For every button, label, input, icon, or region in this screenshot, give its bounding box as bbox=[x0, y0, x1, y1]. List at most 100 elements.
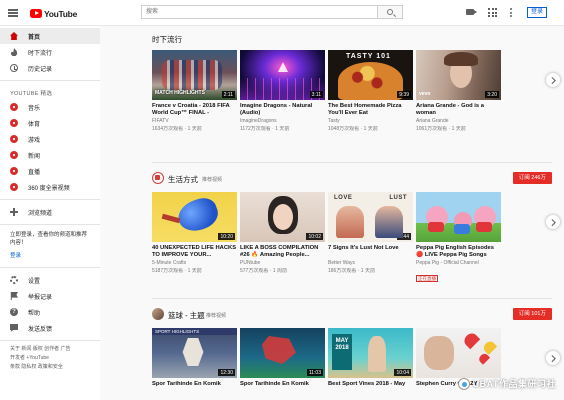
thumbnail-overlay-text: MATCH HIGHLIGHTS bbox=[155, 89, 205, 96]
video-camera-icon[interactable] bbox=[466, 9, 477, 15]
sidebar-item-gaming[interactable]: 游戏 bbox=[0, 131, 100, 147]
channel-name[interactable]: Peppa Pig - Official Channel bbox=[416, 260, 501, 267]
channel-avatar[interactable] bbox=[152, 308, 164, 320]
video-card[interactable]: MATCH HIGHLIGHTS 2:11 France v Croatia -… bbox=[152, 50, 237, 132]
watermark-text: UBAT作品集研习社 bbox=[472, 379, 556, 389]
video-stats: 1634万次观看 · 1 天前 bbox=[152, 125, 202, 132]
channel-name[interactable]: ImagineDragons bbox=[240, 118, 325, 125]
channel-name[interactable]: Ariana Grande bbox=[416, 118, 501, 125]
channel-name[interactable]: 5-Minute Crafts bbox=[152, 260, 237, 267]
video-thumbnail[interactable]: 3:11 bbox=[240, 50, 325, 100]
video-thumbnail[interactable]: TASTY 101 9:39 bbox=[328, 50, 413, 100]
video-card[interactable]: 11:03 Spor Tarihinde En Komik bbox=[240, 328, 325, 395]
login-button[interactable]: 登录 bbox=[527, 7, 548, 18]
video-thumbnail[interactable]: SPORT HIGHLIGHTS 12:30 bbox=[152, 328, 237, 378]
video-card[interactable]: TASTY 101 9:39 The Best Homemade Pizza Y… bbox=[328, 50, 413, 132]
section-title[interactable]: 篮球 - 主题 bbox=[168, 310, 205, 321]
channel-name[interactable]: PUNtube bbox=[240, 260, 325, 267]
video-thumbnail[interactable]: 10:20 bbox=[152, 192, 237, 242]
subscribe-button[interactable]: 订阅 101万 bbox=[512, 308, 552, 320]
search-button[interactable] bbox=[377, 5, 403, 19]
video-thumbnail[interactable] bbox=[416, 328, 501, 378]
video-title[interactable]: Peppa Pig English Episodes 🔴 LIVE Peppa … bbox=[416, 245, 501, 259]
footer-links-2[interactable]: 开发者 +YouTube bbox=[0, 354, 100, 363]
sidebar-item-news[interactable]: 新闻 bbox=[0, 147, 100, 163]
video-card[interactable]: 10:20 40 UNEXPECTED LIFE HACKS TO IMPROV… bbox=[152, 192, 237, 285]
sidebar-item-sports[interactable]: 体育 bbox=[0, 115, 100, 131]
video-card[interactable]: Peppa Pig English Episodes 🔴 LIVE Peppa … bbox=[416, 192, 501, 285]
sidebar-item-history[interactable]: 历史记录 bbox=[0, 60, 100, 76]
thumbnail-overlay-text: LUST bbox=[389, 195, 407, 201]
video-thumbnail[interactable]: MAY 2018 10:04 bbox=[328, 328, 413, 378]
channel-name[interactable]: Tasty bbox=[328, 118, 413, 125]
sidebar-item-browse-channels[interactable]: 浏览频道 bbox=[0, 204, 100, 220]
video-thumbnail[interactable]: LOVE LUST 6:44 bbox=[328, 192, 413, 242]
carousel-next-button[interactable] bbox=[546, 215, 560, 229]
sidebar-item-help[interactable]: ? 帮助 bbox=[0, 304, 100, 320]
gaming-icon bbox=[10, 135, 18, 143]
sidebar-login-link[interactable]: 登录 bbox=[0, 249, 100, 261]
video-stats: 1048万次观看 · 1 天前 bbox=[328, 125, 378, 132]
sidebar-item-trending[interactable]: 时下流行 bbox=[0, 44, 100, 60]
video-card[interactable]: 10:02 LIKE A BOSS COMPILATION #26 🔥 Amaz… bbox=[240, 192, 325, 285]
video-thumbnail[interactable]: 11:03 bbox=[240, 328, 325, 378]
music-icon bbox=[10, 103, 18, 111]
section-title[interactable]: 时下流行 bbox=[152, 34, 182, 45]
video-card[interactable]: vevo 3:20 Ariana Grande - God is a woman… bbox=[416, 50, 501, 132]
menu-icon[interactable] bbox=[8, 9, 18, 17]
divider bbox=[0, 199, 100, 200]
help-icon: ? bbox=[10, 308, 18, 316]
thumbnail-overlay-text: TASTY 101 bbox=[346, 53, 391, 60]
video-title[interactable]: Best Sport Vines 2018 - May bbox=[328, 381, 413, 395]
360-icon bbox=[10, 183, 18, 191]
video-title[interactable]: LIKE A BOSS COMPILATION #26 🔥 Amazing Pe… bbox=[240, 245, 325, 259]
live-badge: 正在直播 bbox=[416, 274, 438, 282]
video-thumbnail[interactable]: 10:02 bbox=[240, 192, 325, 242]
video-title[interactable]: 7 Signs It's Lust Not Love bbox=[328, 245, 413, 259]
subscribe-button[interactable]: 订阅 246万 bbox=[512, 172, 552, 184]
video-title[interactable]: Imagine Dragons - Natural (Audio) bbox=[240, 103, 325, 117]
search-input[interactable] bbox=[141, 5, 377, 19]
section-title[interactable]: 生活方式 bbox=[168, 174, 198, 185]
video-thumbnail[interactable] bbox=[416, 192, 501, 242]
sidebar-item-report-history[interactable]: 举报记录 bbox=[0, 288, 100, 304]
sidebar-item-feedback[interactable]: 发送反馈 bbox=[0, 320, 100, 336]
flag-icon bbox=[10, 292, 18, 300]
sidebar-item-live[interactable]: 直播 bbox=[0, 163, 100, 179]
more-vertical-icon[interactable] bbox=[510, 8, 513, 17]
video-card[interactable]: MAY 2018 10:04 Best Sport Vines 2018 - M… bbox=[328, 328, 413, 395]
channel-avatar[interactable] bbox=[152, 172, 164, 184]
sidebar-item-label: 音乐 bbox=[28, 105, 41, 112]
sidebar-item-label: 时下流行 bbox=[28, 50, 53, 57]
video-title[interactable]: France v Croatia - 2018 FIFA World Cup™ … bbox=[152, 103, 237, 117]
carousel-next-button[interactable] bbox=[546, 73, 560, 87]
sidebar-item-label: 帮助 bbox=[28, 310, 41, 317]
video-title[interactable]: The Best Homemade Pizza You'll Ever Eat bbox=[328, 103, 413, 117]
video-title[interactable]: 40 UNEXPECTED LIFE HACKS TO IMPROVE YOUR… bbox=[152, 245, 237, 259]
gear-icon bbox=[10, 276, 18, 284]
sidebar-item-360[interactable]: 360 度全景视频 bbox=[0, 179, 100, 195]
thumbnail-overlay-text: LOVE bbox=[334, 195, 353, 201]
video-card[interactable]: LOVE LUST 6:44 7 Signs It's Lust Not Lov… bbox=[328, 192, 413, 285]
video-thumbnail[interactable]: vevo 3:20 bbox=[416, 50, 501, 100]
sidebar-item-music[interactable]: 音乐 bbox=[0, 99, 100, 115]
sidebar-item-label: 新闻 bbox=[28, 153, 41, 160]
channel-name[interactable]: FIFATV bbox=[152, 118, 237, 125]
video-card[interactable]: SPORT HIGHLIGHTS 12:30 Spor Tarihinde En… bbox=[152, 328, 237, 395]
video-thumbnail[interactable]: MATCH HIGHLIGHTS 2:11 bbox=[152, 50, 237, 100]
footer-links-3[interactable]: 条款 隐私权 政策和安全 bbox=[0, 363, 100, 372]
sidebar-item-settings[interactable]: 设置 bbox=[0, 272, 100, 288]
sidebar-item-home[interactable]: 首页 bbox=[0, 28, 100, 44]
sidebar-item-label: 举报记录 bbox=[28, 294, 53, 301]
youtube-logo[interactable]: YouTube bbox=[30, 8, 77, 19]
video-card[interactable]: 3:11 Imagine Dragons - Natural (Audio) I… bbox=[240, 50, 325, 132]
video-title[interactable]: Spor Tarihinde En Komik bbox=[152, 381, 237, 395]
sidebar-item-label: 首页 bbox=[28, 34, 41, 41]
video-title[interactable]: Ariana Grande - God is a woman bbox=[416, 103, 501, 117]
video-title[interactable]: Spor Tarihinde En Komik bbox=[240, 381, 325, 395]
apps-grid-icon[interactable] bbox=[488, 8, 497, 17]
carousel-next-button[interactable] bbox=[546, 351, 560, 365]
divider bbox=[0, 80, 100, 81]
channel-name[interactable]: Better Ways bbox=[328, 260, 413, 267]
footer-links-1[interactable]: 关于 新闻 版权 创作者 广告 bbox=[0, 345, 100, 354]
